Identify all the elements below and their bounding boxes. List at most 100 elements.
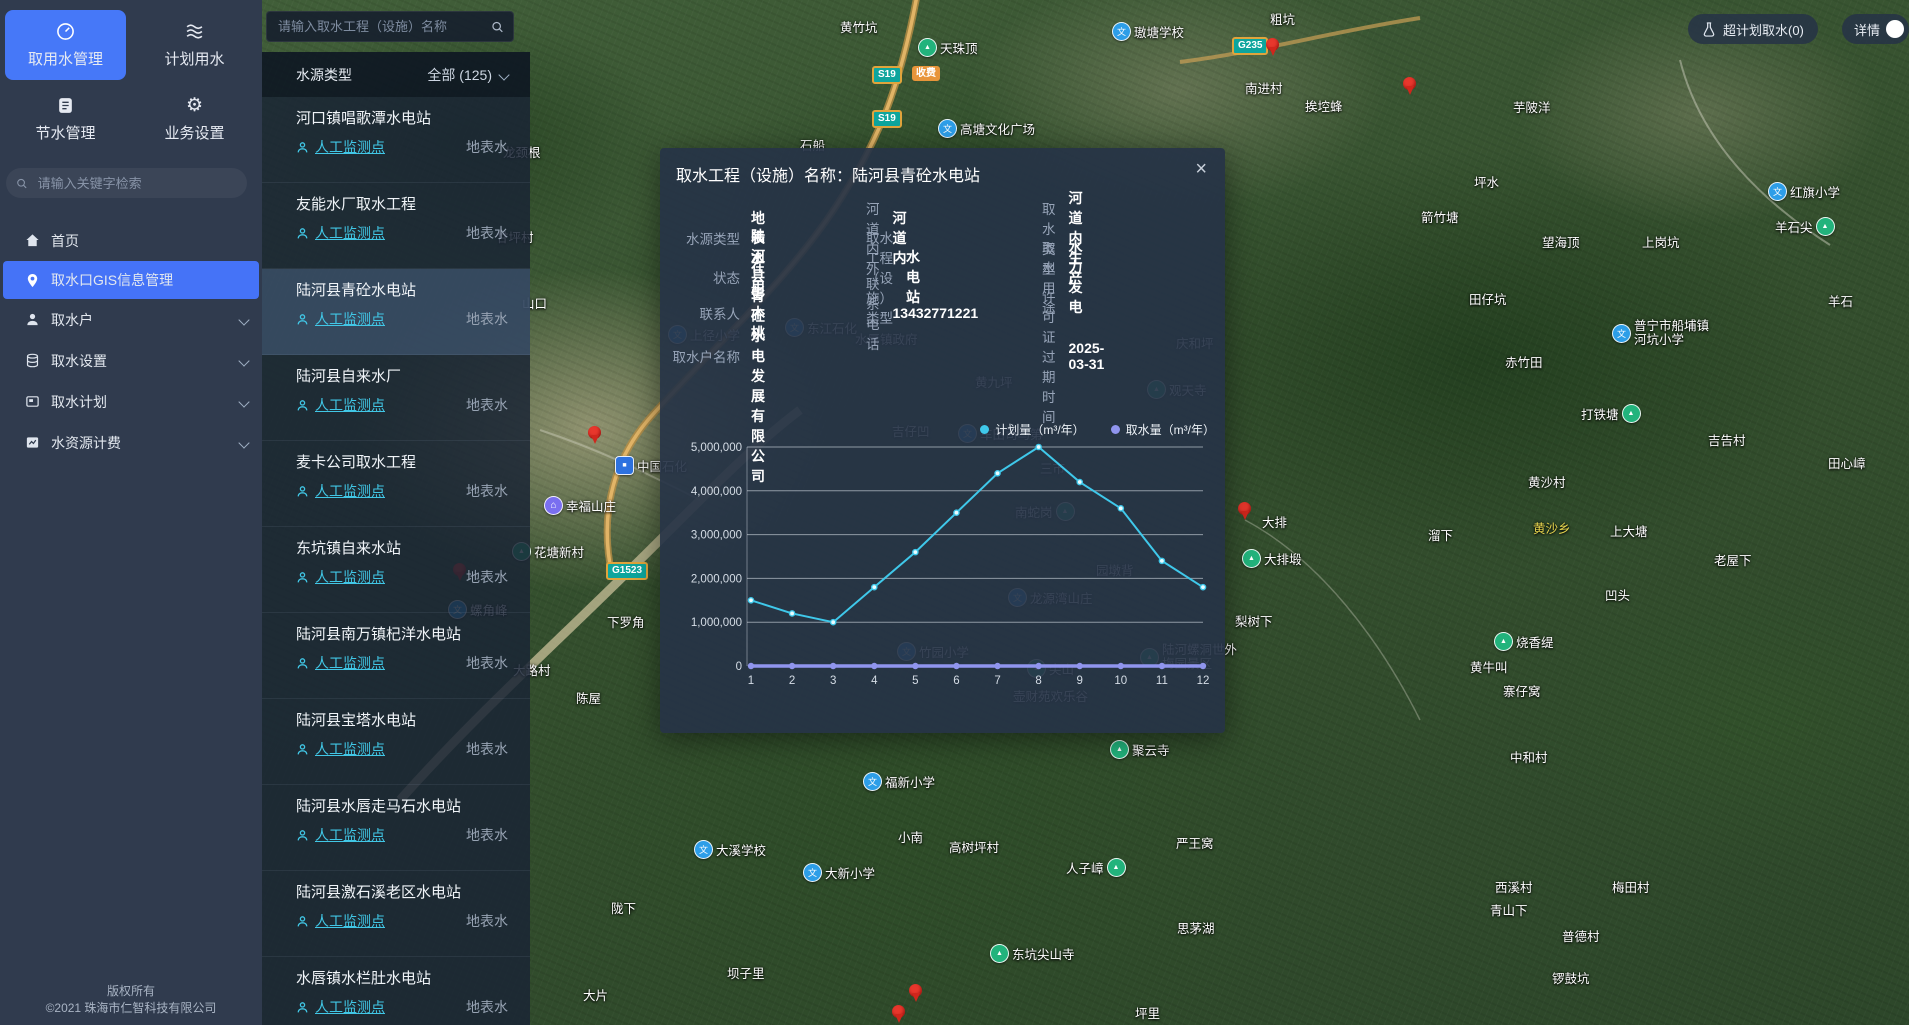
station-search[interactable] [266,11,514,42]
red-map-pin[interactable] [1403,77,1417,97]
manual-monitor-link[interactable]: 人工监测点 [315,739,385,759]
scenic-poi-icon[interactable]: ▲ [1494,632,1513,651]
person-icon [296,829,309,842]
over-plan-intake-badge[interactable]: 超计划取水(0) [1688,14,1818,44]
list-item[interactable]: 陆河县南万镇杞洋水电站人工监测点地表水 [262,613,530,699]
map-place-label: 望海顶 [1542,232,1580,251]
manual-monitor-link[interactable]: 人工监测点 [315,137,385,157]
person-icon [296,571,309,584]
svg-text:10: 10 [1114,675,1127,687]
hotel-poi-icon[interactable]: ⌂ [544,496,563,515]
manual-monitor-link[interactable]: 人工监测点 [315,997,385,1017]
scenic-poi-icon[interactable]: ▲ [1110,740,1129,759]
detail-toggle[interactable]: 详情 [1842,14,1909,44]
field-label: 取水户名称 [660,346,740,366]
manual-monitor-link[interactable]: 人工监测点 [315,911,385,931]
map-place-label: 高树坪村 [949,837,999,856]
list-item[interactable]: 陆河县自来水厂人工监测点地表水 [262,355,530,441]
school-poi-icon[interactable]: 文 [938,119,957,138]
school-poi-icon[interactable]: 文 [694,840,713,859]
list-item[interactable]: 河口镇唱歌潭水电站人工监测点地表水 [262,97,530,183]
map-place-label: 东坑尖山寺 [1012,944,1075,963]
list-item[interactable]: 陆河县水唇走马石水电站人工监测点地表水 [262,785,530,871]
svg-text:6: 6 [953,675,959,687]
module-planned-water[interactable]: 计划用水 [134,10,255,80]
sidebar-item-gis[interactable]: 取水口GIS信息管理 [3,261,259,299]
module-water-intake[interactable]: 取用水管理 [5,10,126,80]
list-item[interactable]: 水唇镇水栏肚水电站人工监测点地表水 [262,957,530,1025]
school-poi-icon[interactable]: 文 [1612,324,1631,343]
map-place-label: 吉告村 [1708,430,1746,449]
list-item[interactable]: 麦卡公司取水工程人工监测点地表水 [262,441,530,527]
red-map-pin[interactable] [909,984,923,1004]
list-item[interactable]: 陆河县激石溪老区水电站人工监测点地表水 [262,871,530,957]
manual-monitor-link[interactable]: 人工监测点 [315,481,385,501]
map-place-label: 黄沙村 [1528,472,1566,491]
station-search-input[interactable] [276,18,491,35]
sidebar-item-intake-users[interactable]: 取水户 [0,299,262,340]
manual-monitor-link[interactable]: 人工监测点 [315,825,385,845]
map-place-label: 打铁塘 [1581,404,1619,423]
sidebar-item-intake-settings[interactable]: 取水设置 [0,340,262,381]
red-map-pin[interactable] [892,1005,906,1025]
map-place-label: 坝子里 [727,963,765,982]
map-place-label: 天珠顶 [940,38,978,57]
map-label: 赤竹田 [1505,352,1543,371]
map-label: 文普宁市船埔镇河坑小学 [1612,319,1709,347]
sidebar-menu: 首页 取水口GIS信息管理 取水户 取水设置 [0,220,262,463]
school-poi-icon[interactable]: 文 [1112,22,1131,41]
map-place-label: 陇下 [611,898,636,917]
module-business-settings[interactable]: ⚙ 业务设置 [134,84,255,154]
close-icon[interactable]: × [1195,158,1207,181]
gas-station-icon[interactable]: ■ [615,456,634,475]
sidebar-search[interactable] [6,168,247,198]
map-label: 收费 [912,66,940,81]
water-source-type: 地表水 [466,997,508,1017]
manual-monitor-link[interactable]: 人工监测点 [315,567,385,587]
manual-monitor-link[interactable]: 人工监测点 [315,309,385,329]
school-poi-icon[interactable]: 文 [1768,182,1787,201]
sidebar-item-home[interactable]: 首页 [0,220,262,261]
map-label: 黄沙乡 [1533,518,1571,537]
person-icon [296,657,309,670]
module-label: 计划用水 [164,48,224,69]
red-map-pin[interactable] [1266,38,1280,58]
legend-item[interactable]: 计划量（m³/年） [980,421,1084,438]
scenic-poi-icon[interactable]: ▲ [1816,217,1835,236]
scenic-poi-icon[interactable]: ▲ [918,38,937,57]
list-item[interactable]: 东坑镇自来水站人工监测点地表水 [262,527,530,613]
map-label: 陇下 [611,898,636,917]
manual-monitor-link[interactable]: 人工监测点 [315,653,385,673]
manual-monitor-link[interactable]: 人工监测点 [315,223,385,243]
map-place-label: 聚云寺 [1132,740,1170,759]
list-item[interactable]: 友能水厂取水工程人工监测点地表水 [262,183,530,269]
red-map-pin[interactable] [588,426,602,446]
list-item[interactable]: 陆河县青砼水电站人工监测点地表水 [262,269,530,355]
toggle-knob-icon[interactable] [1886,20,1904,38]
sidebar-search-input[interactable] [36,175,237,192]
map-place-label: 上大塘 [1610,521,1648,540]
scenic-poi-icon[interactable]: ▲ [1242,549,1261,568]
scenic-poi-icon[interactable]: ▲ [990,944,1009,963]
scenic-poi-icon[interactable]: ▲ [1107,858,1126,877]
school-poi-icon[interactable]: 文 [803,863,822,882]
sidebar-item-intake-plan[interactable]: 取水计划 [0,381,262,422]
map-place-label: 青山下 [1490,900,1528,919]
legend-item[interactable]: 取水量（m³/年） [1111,421,1215,438]
sidebar-item-water-billing[interactable]: 水资源计费 [0,422,262,463]
chevron-down-icon [238,437,249,448]
map-place-label: 箭竹塘 [1421,207,1459,226]
map-label: 箭竹塘 [1421,207,1459,226]
search-icon[interactable] [491,20,504,34]
school-poi-icon[interactable]: 文 [863,772,882,791]
red-map-pin[interactable] [1238,502,1252,522]
map-label: 中和村 [1510,747,1548,766]
person-icon [296,227,309,240]
manual-monitor-link[interactable]: 人工监测点 [315,395,385,415]
over-plan-intake-label: 超计划取水(0) [1723,20,1804,39]
module-water-saving[interactable]: 节水管理 [5,84,126,154]
filter-dropdown[interactable]: 全部 (125) [427,65,508,85]
list-item[interactable]: 陆河县宝塔水电站人工监测点地表水 [262,699,530,785]
scenic-poi-icon[interactable]: ▲ [1622,404,1641,423]
map-label: 文大新小学 [803,863,875,882]
